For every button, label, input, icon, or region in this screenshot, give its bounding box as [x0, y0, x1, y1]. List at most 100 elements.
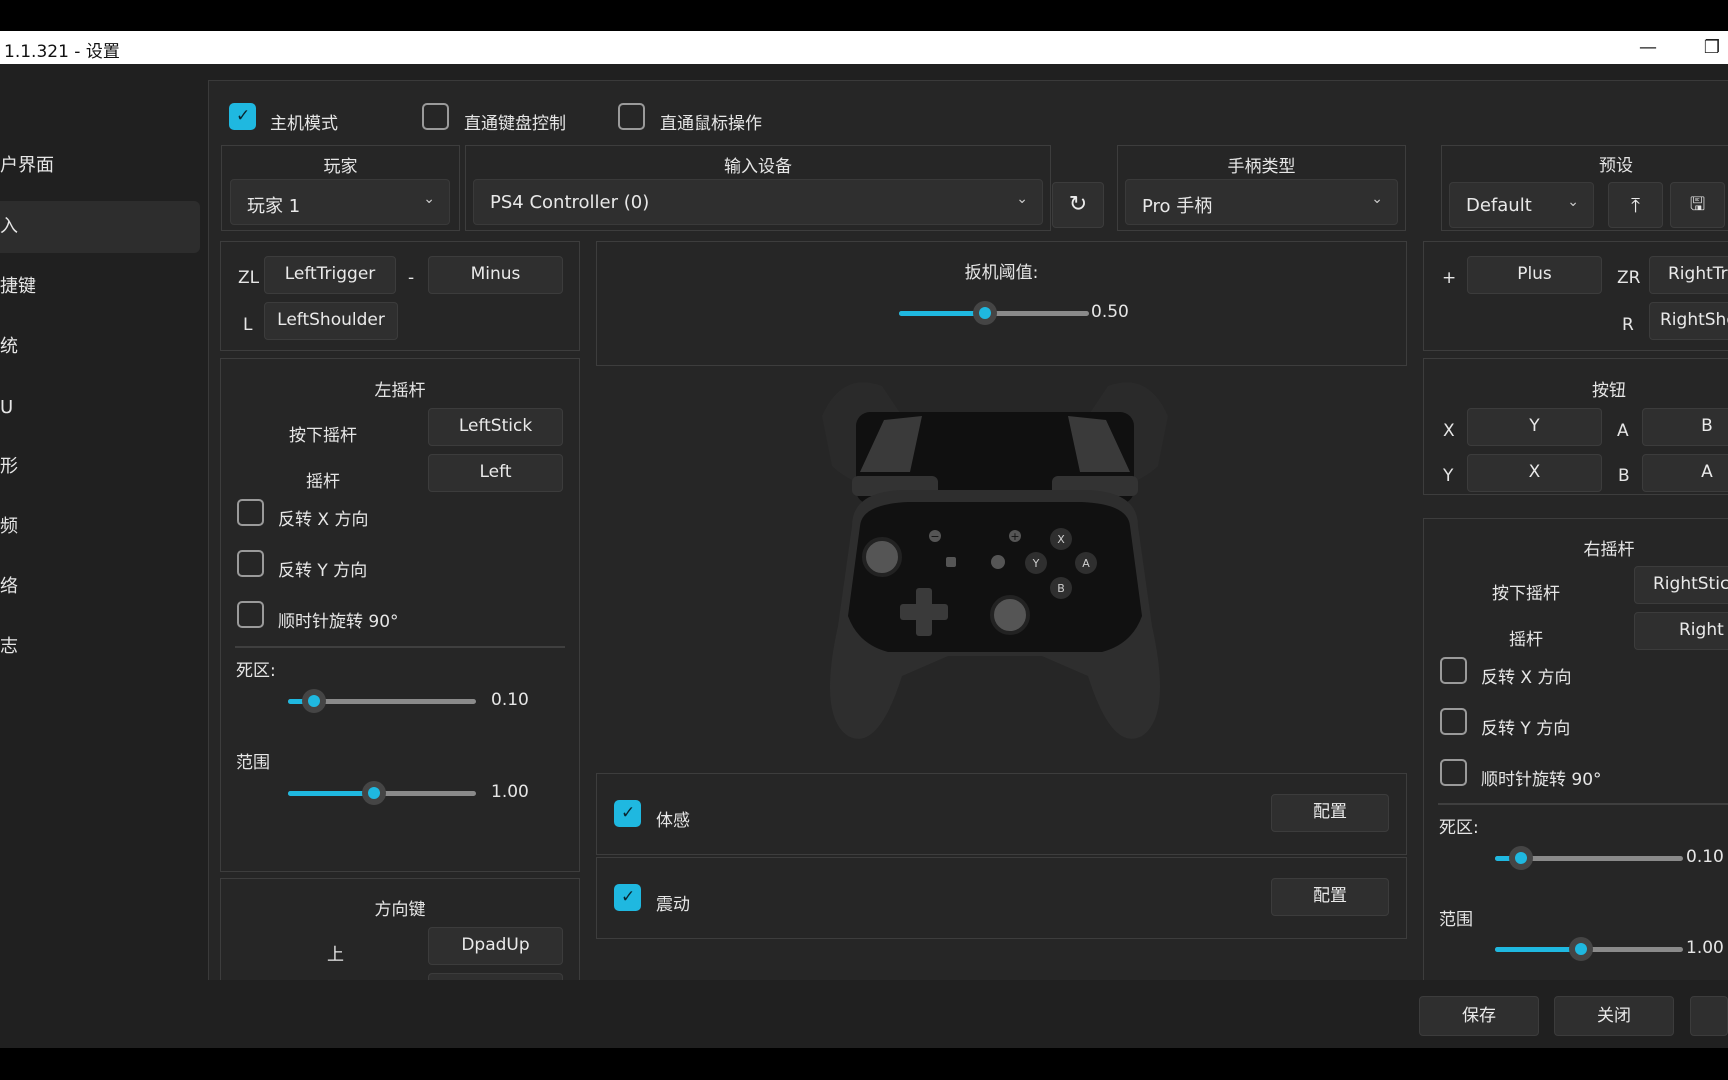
right-deadzone-slider[interactable]	[1495, 846, 1683, 870]
minimize-button[interactable]: —	[1628, 35, 1668, 61]
chevron-down-icon: ⌄	[1016, 191, 1028, 207]
r-label: R	[1622, 315, 1634, 335]
direct-mouse-label: 直通鼠标操作	[660, 114, 762, 134]
left-triggers-panel: ZL LeftTrigger - Minus L LeftShoulder	[220, 241, 580, 351]
x-button-icon: X	[1057, 533, 1065, 546]
title-bar: 1.1.321 - 设置 — ❐	[0, 31, 1728, 64]
refresh-icon: ↻	[1068, 192, 1088, 217]
import-preset-button[interactable]: ⤒	[1608, 182, 1663, 228]
restore-button[interactable]: ❐	[1696, 35, 1728, 61]
rumble-label: 震动	[656, 895, 690, 915]
upload-icon: ⤒	[1631, 193, 1640, 217]
plus-button-icon: +	[1010, 530, 1019, 543]
buttons-title: 按钮	[1592, 381, 1626, 401]
slider-thumb[interactable]	[1509, 846, 1534, 870]
slider-thumb[interactable]	[362, 781, 387, 805]
left-stick-button[interactable]: Left	[428, 454, 563, 492]
y-binding-button[interactable]: X	[1467, 454, 1602, 492]
right-range-slider[interactable]	[1495, 937, 1683, 961]
left-press-stick-button[interactable]: LeftStick	[428, 408, 563, 446]
rumble-config-button[interactable]: 配置	[1271, 878, 1389, 916]
l-label: L	[243, 315, 253, 335]
left-deadzone-slider[interactable]	[288, 689, 476, 713]
left-invert-x-checkbox[interactable]	[237, 499, 264, 526]
b-binding-button[interactable]: A	[1642, 454, 1728, 492]
window-title: 1.1.321 - 设置	[4, 42, 120, 62]
l-binding-button[interactable]: LeftShoulder	[264, 302, 398, 340]
motion-config-button[interactable]: 配置	[1271, 794, 1389, 832]
refresh-button[interactable]: ↻	[1052, 182, 1104, 228]
right-stick-title: 右摇杆	[1583, 540, 1635, 560]
chevron-down-icon: ⌄	[1371, 191, 1383, 207]
zr-binding-button[interactable]: RightTrig	[1649, 256, 1728, 294]
sidebar-item-audio[interactable]: 频	[0, 501, 200, 553]
right-stick-button[interactable]: Right	[1634, 612, 1728, 650]
left-rotate-checkbox[interactable]	[237, 601, 264, 628]
sidebar-item-network[interactable]: 络	[0, 561, 200, 613]
left-range-label: 范围	[236, 753, 270, 773]
host-mode-checkbox[interactable]	[229, 103, 256, 130]
dpad-up-button[interactable]: DpadUp	[428, 927, 563, 965]
sidebar-item-logging[interactable]: 志	[0, 621, 200, 673]
left-invert-y-checkbox[interactable]	[237, 550, 264, 577]
sidebar-item-cpu[interactable]: U	[0, 382, 200, 434]
trigger-threshold-label: 扳机阈值:	[964, 263, 1039, 283]
right-invert-y-label: 反转 Y 方向	[1481, 719, 1571, 739]
sidebar-item-hotkeys[interactable]: 捷键	[0, 261, 200, 313]
player-select[interactable]: 玩家 1 ⌄	[230, 179, 450, 225]
rumble-checkbox[interactable]	[614, 884, 641, 911]
sidebar-item-label: 户界面	[0, 155, 54, 176]
left-stick-label: 摇杆	[306, 472, 340, 492]
trigger-threshold-slider[interactable]	[899, 301, 1089, 325]
right-stick-icon	[990, 595, 1030, 635]
save-button[interactable]: 保存	[1419, 996, 1539, 1036]
minus-binding-button[interactable]: Minus	[428, 256, 563, 294]
footer-bar: 保存 关闭	[0, 980, 1728, 1048]
zl-binding-button[interactable]: LeftTrigger	[264, 256, 396, 294]
rumble-panel: 震动 配置	[596, 857, 1407, 939]
dpad-panel: 方向键 上 DpadUp	[220, 878, 580, 981]
motion-checkbox[interactable]	[614, 800, 641, 827]
slider-fill	[899, 311, 985, 316]
controller-type-select[interactable]: Pro 手柄 ⌄	[1125, 179, 1398, 225]
close-button[interactable]: 关闭	[1554, 996, 1674, 1036]
b-label: B	[1618, 466, 1630, 486]
sidebar-item-system[interactable]: 统	[0, 321, 200, 373]
right-press-stick-button[interactable]: RightStic	[1634, 566, 1728, 604]
direct-keyboard-checkbox[interactable]	[422, 103, 449, 130]
plus-binding-button[interactable]: Plus	[1467, 256, 1602, 294]
save-preset-button[interactable]: 🖫	[1670, 182, 1725, 228]
left-range-slider[interactable]	[288, 781, 476, 805]
sidebar-item-graphics[interactable]: 形	[0, 441, 200, 493]
sidebar-item-label: 入	[0, 216, 18, 237]
right-rotate-checkbox[interactable]	[1440, 759, 1467, 786]
slider-thumb[interactable]	[302, 689, 327, 713]
direct-mouse-checkbox[interactable]	[618, 103, 645, 130]
slider-thumb[interactable]	[1569, 937, 1594, 961]
pro-controller-image: − + X Y A B	[822, 382, 1168, 739]
slider-thumb[interactable]	[972, 301, 997, 325]
divider	[1438, 803, 1728, 805]
home-button-icon	[991, 555, 1005, 569]
left-rotate-label: 顺时针旋转 90°	[278, 612, 399, 632]
a-binding-button[interactable]: B	[1642, 408, 1728, 446]
preset-header: 预设	[1599, 156, 1633, 176]
plus-label: +	[1442, 268, 1457, 288]
right-invert-x-checkbox[interactable]	[1440, 657, 1467, 684]
left-stick-panel: 左摇杆 按下摇杆 LeftStick 摇杆 Left 反转 X 方向 反转 Y …	[220, 358, 580, 872]
sidebar-item-input[interactable]: 入	[0, 201, 200, 253]
dpad-up-label: 上	[327, 945, 344, 965]
x-binding-button[interactable]: Y	[1467, 408, 1602, 446]
r-binding-button[interactable]: RightSho	[1649, 302, 1728, 340]
sidebar-item-ui[interactable]: 户界面	[0, 140, 200, 192]
right-invert-y-checkbox[interactable]	[1440, 708, 1467, 735]
motion-label: 体感	[656, 811, 690, 831]
a-button-icon: A	[1082, 557, 1090, 570]
apply-button[interactable]	[1690, 996, 1728, 1036]
input-settings-panel: 主机模式 直通键盘控制 直通鼠标操作 玩家 玩家 1 ⌄ 输入设备 PS4 Co…	[208, 80, 1728, 982]
preset-select[interactable]: Default ⌄	[1449, 182, 1594, 228]
controller-type-panel: 手柄类型 Pro 手柄 ⌄	[1117, 145, 1406, 231]
right-deadzone-value: 0.10	[1686, 847, 1724, 867]
input-device-select[interactable]: PS4 Controller (0) ⌄	[473, 179, 1043, 225]
left-invert-y-label: 反转 Y 方向	[278, 561, 368, 581]
